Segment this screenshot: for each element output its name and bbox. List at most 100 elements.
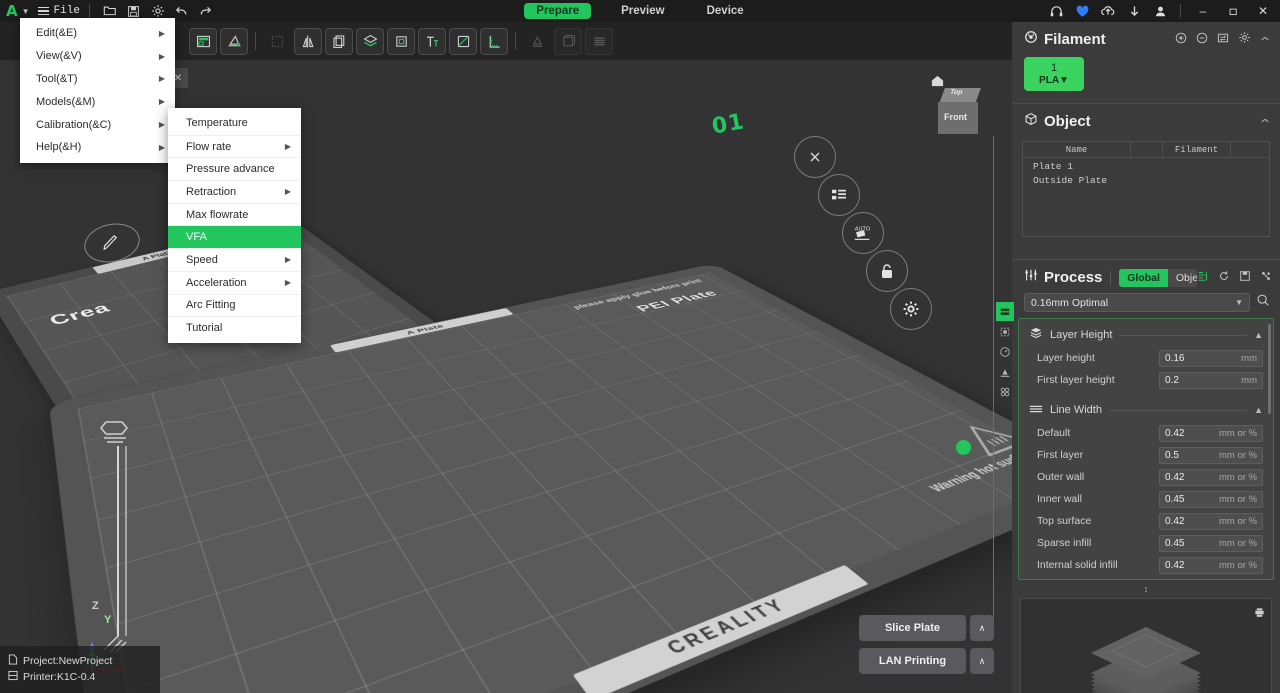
filament-slot-type[interactable]: PLA▼ [1039,75,1069,87]
menu-item-view[interactable]: View(&V)▶ [20,45,175,68]
compare-icon[interactable] [1197,269,1209,287]
sparse-infill-line-width-input[interactable]: 0.45 mm or % [1159,535,1263,552]
heart-icon[interactable] [1069,0,1095,22]
auto-orient-icon[interactable]: AUTO [842,212,884,254]
process-preset-select[interactable]: 0.16mm Optimal ▼ [1024,293,1250,312]
minimize-button[interactable]: – [1188,0,1218,22]
top-surface-line-width-input[interactable]: 0.42 mm or % [1159,513,1263,530]
submenu-item-tutorial[interactable]: Tutorial [168,316,301,339]
layer-view-icon[interactable] [996,302,1014,321]
scope-tab-global[interactable]: Global [1119,269,1168,287]
text-tool-icon[interactable] [418,28,446,55]
submenu-item-speed[interactable]: Speed▶ [168,248,301,271]
main-dropdown-menu[interactable]: Edit(&E)▶ View(&V)▶ Tool(&T)▶ Models(&M)… [20,18,175,163]
delete-plate-icon[interactable] [794,136,836,178]
lan-printing-dropdown-icon[interactable]: ∧ [970,648,994,674]
logo-a-icon[interactable]: A [6,4,18,19]
redo-icon[interactable] [195,0,217,22]
table-row[interactable]: Outside Plate [1023,172,1269,186]
chevron-up-icon[interactable]: ▲ [1254,330,1263,340]
outer-wall-line-width-input[interactable]: 0.42 mm or % [1159,469,1263,486]
custom-icon[interactable] [1260,269,1272,287]
mirror-icon[interactable] [294,28,322,55]
submenu-item-flow-rate[interactable]: Flow rate▶ [168,135,301,158]
inner-wall-line-width-input[interactable]: 0.45 mm or % [1159,491,1263,508]
account-icon[interactable] [1147,0,1173,22]
support-paint-icon[interactable] [449,28,477,55]
submenu-item-pressure-advance[interactable]: Pressure advance [168,157,301,180]
file-menu-label[interactable]: File [54,5,80,17]
speed-gauge-icon[interactable] [996,342,1014,361]
default-line-width-input[interactable]: 0.42 mm or % [1159,425,1263,442]
settings-scrollbar-thumb[interactable] [1268,324,1271,414]
first-layer-line-width-input[interactable]: 0.5 mm or % [1159,447,1263,464]
collapse-icon[interactable] [1260,113,1270,131]
scale-to-fit-icon[interactable] [263,28,291,55]
layer-height-input[interactable]: 0.16 mm [1159,350,1263,367]
search-icon[interactable] [1256,293,1270,312]
duplicate-icon[interactable] [325,28,353,55]
maximize-button[interactable] [1218,0,1248,22]
chevron-down-icon[interactable]: ▼ [1235,298,1243,307]
chevron-down-icon[interactable]: ▼ [22,7,30,16]
submenu-item-max-flowrate[interactable]: Max flowrate [168,203,301,226]
save-preset-icon[interactable] [1239,269,1251,287]
flow-icon[interactable] [996,362,1014,381]
add-filament-icon[interactable] [1175,31,1187,49]
filament-settings-icon[interactable] [1238,31,1251,49]
bounding-box-icon[interactable] [996,322,1014,341]
panel-resize-handle[interactable]: ↕ [1012,580,1280,596]
submenu-item-acceleration[interactable]: Acceleration▶ [168,271,301,294]
group-layer-height[interactable]: Layer Height ▲ [1019,319,1273,347]
plate-settings-icon[interactable] [890,288,932,330]
filament-slot-1[interactable]: 1 PLA▼ [1024,57,1084,91]
menu-item-edit[interactable]: Edit(&E)▶ [20,22,175,45]
settings-scrollbar[interactable] [1269,321,1272,579]
split-layers-icon[interactable] [356,28,384,55]
reset-icon[interactable] [1218,269,1230,287]
lock-plate-icon[interactable] [866,250,908,292]
object-table[interactable]: Name Filament Plate 1 Outside Plate [1022,141,1270,237]
seam-painting-icon[interactable] [523,28,551,55]
menu-item-models[interactable]: Models(&M)▶ [20,90,175,113]
sync-filament-icon[interactable] [1217,31,1229,49]
calibration-submenu[interactable]: Temperature Flow rate▶ Pressure advance … [168,108,301,343]
tab-preview[interactable]: Preview [609,3,676,19]
view-cube[interactable]: Top Front [938,88,982,134]
internal-solid-infill-line-width-input[interactable]: 0.42 mm or % [1159,557,1263,574]
support-line-width-input[interactable]: 0.42 mm or % [1159,579,1263,581]
group-line-width[interactable]: Line Width ▲ [1019,391,1273,422]
grid-four-icon[interactable] [996,382,1014,401]
tab-device[interactable]: Device [695,3,756,19]
collapse-icon[interactable] [1260,31,1270,49]
auto-orient-icon[interactable] [220,28,248,55]
lan-printing-button[interactable]: LAN Printing [859,648,966,674]
submenu-item-temperature[interactable]: Temperature [168,112,301,135]
process-settings-list[interactable]: Layer Height ▲ Layer height 0.16 mm Firs… [1018,318,1274,580]
slice-plate-dropdown-icon[interactable]: ∧ [970,615,994,641]
close-button[interactable]: ✕ [1248,0,1278,22]
menu-item-help[interactable]: Help(&H)▶ [20,136,175,159]
hamburger-icon[interactable] [38,7,49,16]
arrange-all-icon[interactable] [189,28,217,55]
arrange-plate-icon[interactable] [818,174,860,216]
chevron-up-icon[interactable]: ▲ [1254,405,1263,415]
scope-tab-object[interactable]: Object [1168,269,1197,287]
remove-filament-icon[interactable] [1196,31,1208,49]
submenu-item-vfa[interactable]: VFA [168,225,301,248]
printer-icon[interactable] [1254,605,1265,623]
table-row[interactable]: Plate 1 [1023,158,1269,172]
first-layer-height-input[interactable]: 0.2 mm [1159,372,1263,389]
measure-icon[interactable] [480,28,508,55]
menu-item-tool[interactable]: Tool(&T)▶ [20,68,175,91]
cloud-upload-icon[interactable] [1095,0,1121,22]
menu-item-calibration[interactable]: Calibration(&C)▶ [20,113,175,136]
slice-plate-button[interactable]: Slice Plate [859,615,966,641]
plate-preview-thumbnail[interactable] [1020,598,1272,693]
tab-prepare[interactable]: Prepare [524,3,591,19]
headset-icon[interactable] [1043,0,1069,22]
download-icon[interactable] [1121,0,1147,22]
cut-object-icon[interactable] [387,28,415,55]
submenu-item-retraction[interactable]: Retraction▶ [168,180,301,203]
submenu-item-arc-fitting[interactable]: Arc Fitting [168,294,301,317]
